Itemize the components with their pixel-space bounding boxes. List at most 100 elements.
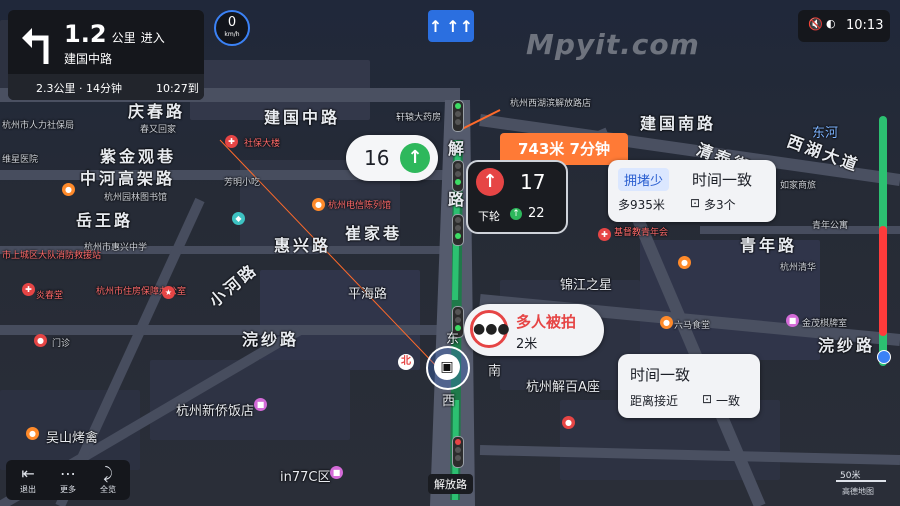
road-label: 青年路 [740,236,798,255]
poi-label: 六马食堂 [674,321,711,331]
lane-straight-icon: ↑↑ [446,16,474,36]
poi-label: 吴山烤禽 [46,431,99,446]
alt-title: 时间一致 [630,366,691,384]
road-label: 建国南路 [640,114,717,133]
lane-straight-icon: ↑ [428,16,443,36]
poi-pin-icon[interactable]: ★ [162,286,175,299]
poi-pin-icon[interactable]: ● [678,256,691,269]
poi-pin-icon[interactable]: ◆ [232,212,245,225]
bottom-toolbar: ⇤ 退出 ⋯ 更多 ⤸ 全览 [6,460,130,500]
poi-pin-icon[interactable]: ■ [330,466,343,479]
poi-label: 社保大楼 [244,139,281,149]
road-label: 崔家巷 [345,224,403,243]
poi-label: 基督教青年会 [614,228,669,238]
traffic-light-icon [452,160,464,192]
poi-pin-icon[interactable]: ✚ [22,283,35,296]
poi-pin-icon[interactable]: ■ [786,314,799,327]
poi-pin-icon[interactable]: ● [62,183,75,196]
remaining-info: 2.3公里 · 14分钟 [36,82,122,95]
poi-label: 杭州园林图书馆 [104,193,168,203]
compass-south: 南 [488,364,502,379]
status-time: 10:13 [846,18,884,33]
poi-pin-icon[interactable]: ✚ [225,135,238,148]
arrow-up-small-icon: ↑ [510,208,522,220]
camera-title: 多人被拍 [516,313,577,331]
poi-label: 市上城区大队消防救援站 [2,251,102,261]
traffic-light-icon [452,214,464,246]
lane-guidance: ↑ ↑↑ [428,10,474,42]
poi-pin-icon[interactable]: ● [34,334,47,347]
poi-label: 青年公寓 [812,221,849,231]
watermark: Mpyit.com [526,28,700,61]
poi-label: 春又回家 [140,125,177,135]
eta: 10:27到 [156,82,199,95]
alt-route-card[interactable]: 时间一致 距离接近 ⊡ 一致 [618,354,760,418]
light-count: 17 [520,170,546,194]
road-label: 建国中路 [264,108,341,127]
dnd-icon: ◐ [826,17,836,30]
camera-warning-card[interactable]: ●●● 多人被拍 2米 [464,304,604,356]
poi-pin-icon[interactable]: ✚ [598,228,611,241]
next-count: 22 [528,206,545,221]
maneuver-action: 进入 [140,31,165,45]
congestion-tag: 拥堵少 [618,168,670,191]
poi-label: 如家商旅 [780,181,817,191]
maneuver-road: 建国中路 [64,52,113,66]
road-label: 紫金观巷 [100,147,177,166]
route-progress-bar [877,116,891,366]
poi-pin-icon[interactable]: ■ [254,398,267,411]
next-label: 下轮 [478,210,500,223]
poi-label: 杭州清华 [780,263,817,273]
poi-pin-icon[interactable]: ● [26,427,39,440]
speedometer: 0 km/h [214,10,250,46]
road-label: 浣纱路 [242,330,300,349]
poi-label: 杭州市人力社保局 [2,121,75,131]
overview-button[interactable]: ⤸ 全览 [88,464,128,495]
attribution: 高德地图 [842,487,874,496]
maneuver-unit: 公里 [111,31,136,45]
scale-bar [836,480,886,482]
exit-button[interactable]: ⇤ 退出 [8,464,48,495]
arrow-up-red-icon: ↑ [476,168,504,196]
traffic-light-small-icon: ⊡ [690,196,701,210]
poi-label: 杭州解百A座 [526,380,600,395]
maneuver-distance: 1.2 [64,20,107,48]
water-label: 东河 [812,126,839,141]
turn-left-icon [22,28,49,64]
road-label: 中河高架路 [80,169,176,188]
poi-pin-icon[interactable]: ● [660,316,673,329]
compass-north: 北 [398,354,414,370]
poi-label: 金茂棋牌室 [802,319,848,329]
poi-label: 轩辕大药房 [396,113,442,123]
light-count: 16 [364,146,390,170]
maneuver-panel[interactable]: 1.2 公里 进入 建国中路 2.3公里 · 14分钟 10:27到 [8,10,204,100]
compare-lights: 多3个 [704,198,736,212]
poi-label: in77C区 [280,470,331,485]
mute-icon: 🔇 [808,17,823,31]
poi-label: 芳明小吃 [224,178,261,188]
traffic-light-icon [452,100,464,132]
road-label: 平海路 [348,287,388,302]
traffic-light-card-left[interactable]: 16 ↑ [346,135,438,181]
poi-label: 杭州西湖滨解放路店 [510,99,592,109]
current-road-label: 解放路 [428,474,473,494]
traffic-light-small-icon: ⊡ [702,392,713,406]
route-compare-card[interactable]: 拥堵少 时间一致 多935米 ⊡ 多3个 [608,160,776,222]
traffic-light-card-right[interactable]: ↑ 17 下轮 ↑ 22 [466,160,568,234]
poi-label: 炎春堂 [36,291,64,301]
camera-icon: ●●● [470,310,510,348]
poi-pin-icon[interactable]: ● [562,416,575,429]
poi-pin-icon[interactable]: ● [312,198,325,211]
poi-label: 维星医院 [2,155,39,165]
road-label: 岳王路 [76,211,134,230]
car-icon: ▣ [434,354,460,380]
alt-lights: 一致 [716,394,741,408]
more-button[interactable]: ⋯ 更多 [48,464,88,495]
alt-detail: 距离接近 [630,394,679,408]
arrow-up-icon: ↑ [400,143,430,173]
road-label: 浣纱路 [818,336,876,355]
camera-distance: 2米 [516,337,538,352]
compare-detail: 多935米 [618,198,665,212]
road-label: 庆春路 [128,102,186,121]
road-label: 解 [448,139,468,158]
